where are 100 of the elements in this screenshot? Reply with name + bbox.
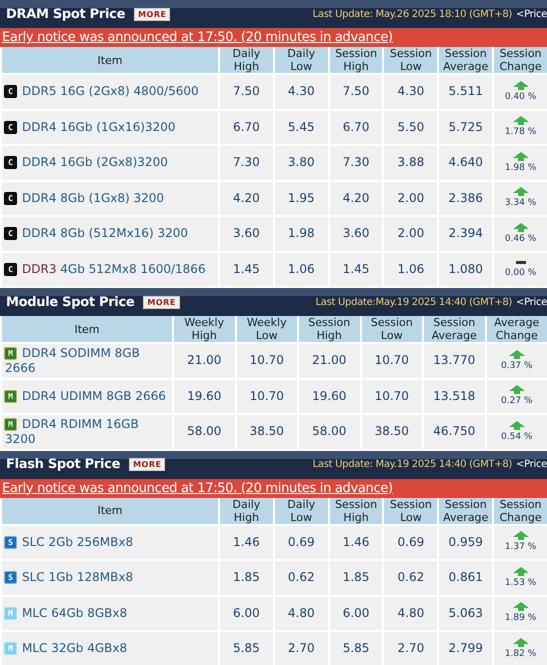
price-cell: 0.959: [438, 524, 494, 560]
item-cell[interactable]: M DDR4 UDIMM 8GB 2666: [1, 378, 173, 414]
column-header: Daily High: [219, 47, 274, 74]
price-cell: 1.06: [274, 252, 329, 287]
column-header: Session Low: [383, 47, 438, 74]
price-cell: 2.00: [383, 216, 438, 252]
last-update: Last Update:May.19 2025 14:40 (GMT+8): [316, 296, 512, 308]
price-cell: 4.30: [274, 74, 329, 110]
price-cell: 4.20: [328, 180, 384, 216]
price-cell: 58.00: [173, 414, 236, 450]
chip-icon: C: [5, 192, 16, 204]
price-link[interactable]: <Price: [516, 459, 547, 470]
price-cell: 2.394: [438, 216, 494, 252]
price-cell: 10.70: [236, 378, 298, 414]
column-header: Weekly Low: [236, 316, 298, 343]
item-cell[interactable]: C DDR5 16G (2Gx8) 4800/5600: [1, 74, 219, 110]
section-title: DRAM Spot Price: [6, 6, 126, 22]
column-header: Session Low: [383, 498, 438, 524]
item-cell[interactable]: S SLC 1Gb 128MBx8: [1, 560, 219, 596]
price-cell: 3.88: [383, 145, 438, 180]
column-header: Session Change: [493, 498, 547, 524]
price-cell: 2.70: [274, 631, 329, 665]
column-header: Session Average: [423, 316, 486, 343]
price-cell: 1.95: [274, 180, 329, 216]
chip-icon: C: [5, 157, 16, 168]
chip-icon: M: [5, 348, 16, 359]
chip-icon: M: [5, 643, 16, 654]
price-cell: 2.70: [383, 631, 438, 665]
item-cell[interactable]: C DDR3 4Gb 512Mx8 1600/1866: [1, 252, 219, 287]
memory-type-label: DDR3: [22, 262, 56, 276]
price-cell: 0.69: [383, 524, 438, 560]
price-link[interactable]: <Price: [516, 296, 547, 308]
price-cell: 6.70: [328, 110, 384, 145]
price-cell: 5.85: [219, 631, 274, 665]
price-cell: 38.50: [236, 414, 298, 450]
price-cell: 1.46: [328, 524, 384, 560]
price-cell: 5.063: [438, 596, 494, 631]
price-cell: 58.00: [298, 414, 360, 450]
price-cell: 1.080: [438, 252, 494, 287]
price-cell: 1.45: [328, 252, 384, 287]
price-cell: 21.00: [298, 343, 360, 378]
price-cell: 6.00: [328, 596, 384, 631]
notice-link[interactable]: Early notice was announced at 17:50. (20 minutes in advance): [2, 480, 393, 496]
price-cell: 10.70: [360, 378, 423, 414]
column-header: Session High: [298, 316, 360, 343]
column-header: Average Change: [486, 316, 547, 343]
price-cell: 5.45: [274, 110, 329, 145]
more-button[interactable]: MORE: [134, 8, 170, 20]
change-cell: 1.37 %: [493, 524, 547, 560]
price-cell: 2.799: [438, 631, 494, 665]
section-title: Flash Spot Price: [6, 457, 120, 472]
change-cell: 0.37 %: [486, 343, 547, 378]
price-cell: 0.62: [274, 560, 329, 596]
price-cell: 4.30: [383, 74, 438, 110]
price-cell: 1.06: [383, 252, 438, 287]
item-cell[interactable]: M MLC 32Gb 4GBx8: [1, 631, 219, 665]
column-header: Daily Low: [274, 498, 329, 524]
price-link[interactable]: <Price: [516, 8, 547, 20]
chip-icon: S: [5, 572, 16, 584]
section-title: Module Spot Price: [6, 294, 134, 310]
item-cell[interactable]: M MLC 64Gb 8GBx8: [1, 596, 219, 631]
chip-icon: C: [5, 264, 16, 275]
notice-link[interactable]: Early notice was announced at 17:50. (20 minutes in advance): [2, 30, 393, 45]
price-cell: 7.50: [219, 74, 274, 110]
item-cell[interactable]: S SLC 2Gb 256MBx8: [1, 524, 219, 560]
price-cell: 3.60: [328, 216, 384, 252]
price-cell: 1.85: [328, 560, 384, 596]
change-cell: 1.89 %: [493, 596, 547, 631]
item-cell[interactable]: C DDR4 16Gb (2Gx8)3200: [1, 145, 219, 180]
price-cell: 19.60: [173, 378, 236, 414]
change-cell: 0.46 %: [493, 216, 547, 252]
price-cell: 21.00: [173, 343, 236, 378]
item-cell[interactable]: M DDR4 SODIMM 8GB 2666: [1, 343, 173, 378]
chip-icon: M: [5, 418, 16, 430]
price-cell: 6.70: [219, 110, 274, 145]
column-header: Daily Low: [274, 47, 329, 74]
item-cell[interactable]: C DDR4 8Gb (512Mx16) 3200: [1, 216, 219, 252]
last-update: Last Update: May.26 2025 18:10 (GMT+8): [312, 8, 512, 20]
column-header: Session High: [328, 47, 384, 74]
price-cell: 2.00: [383, 180, 438, 216]
change-cell: 1.98 %: [493, 145, 547, 180]
chip-icon: M: [5, 608, 16, 619]
more-button[interactable]: MORE: [143, 296, 180, 308]
item-cell[interactable]: M DDR4 RDIMM 16GB 3200: [1, 414, 173, 450]
column-header: Item: [1, 316, 173, 343]
chip-icon: S: [5, 536, 16, 548]
price-cell: 7.30: [328, 145, 384, 180]
change-cell: 0.00 %: [493, 252, 547, 287]
price-cell: 0.861: [438, 560, 494, 596]
item-cell[interactable]: C DDR4 8Gb (1Gx8) 3200: [1, 180, 219, 216]
price-cell: 5.725: [438, 110, 494, 145]
column-header: Session Average: [438, 498, 494, 524]
column-header: Session High: [328, 498, 384, 524]
price-cell: 4.80: [383, 596, 438, 631]
price-cell: 10.70: [236, 343, 298, 378]
chip-icon: M: [5, 390, 16, 402]
price-cell: 10.70: [360, 343, 423, 378]
column-header: Session Change: [493, 47, 547, 74]
item-cell[interactable]: C DDR4 16Gb (1Gx16)3200: [1, 110, 219, 145]
more-button[interactable]: MORE: [129, 458, 166, 471]
